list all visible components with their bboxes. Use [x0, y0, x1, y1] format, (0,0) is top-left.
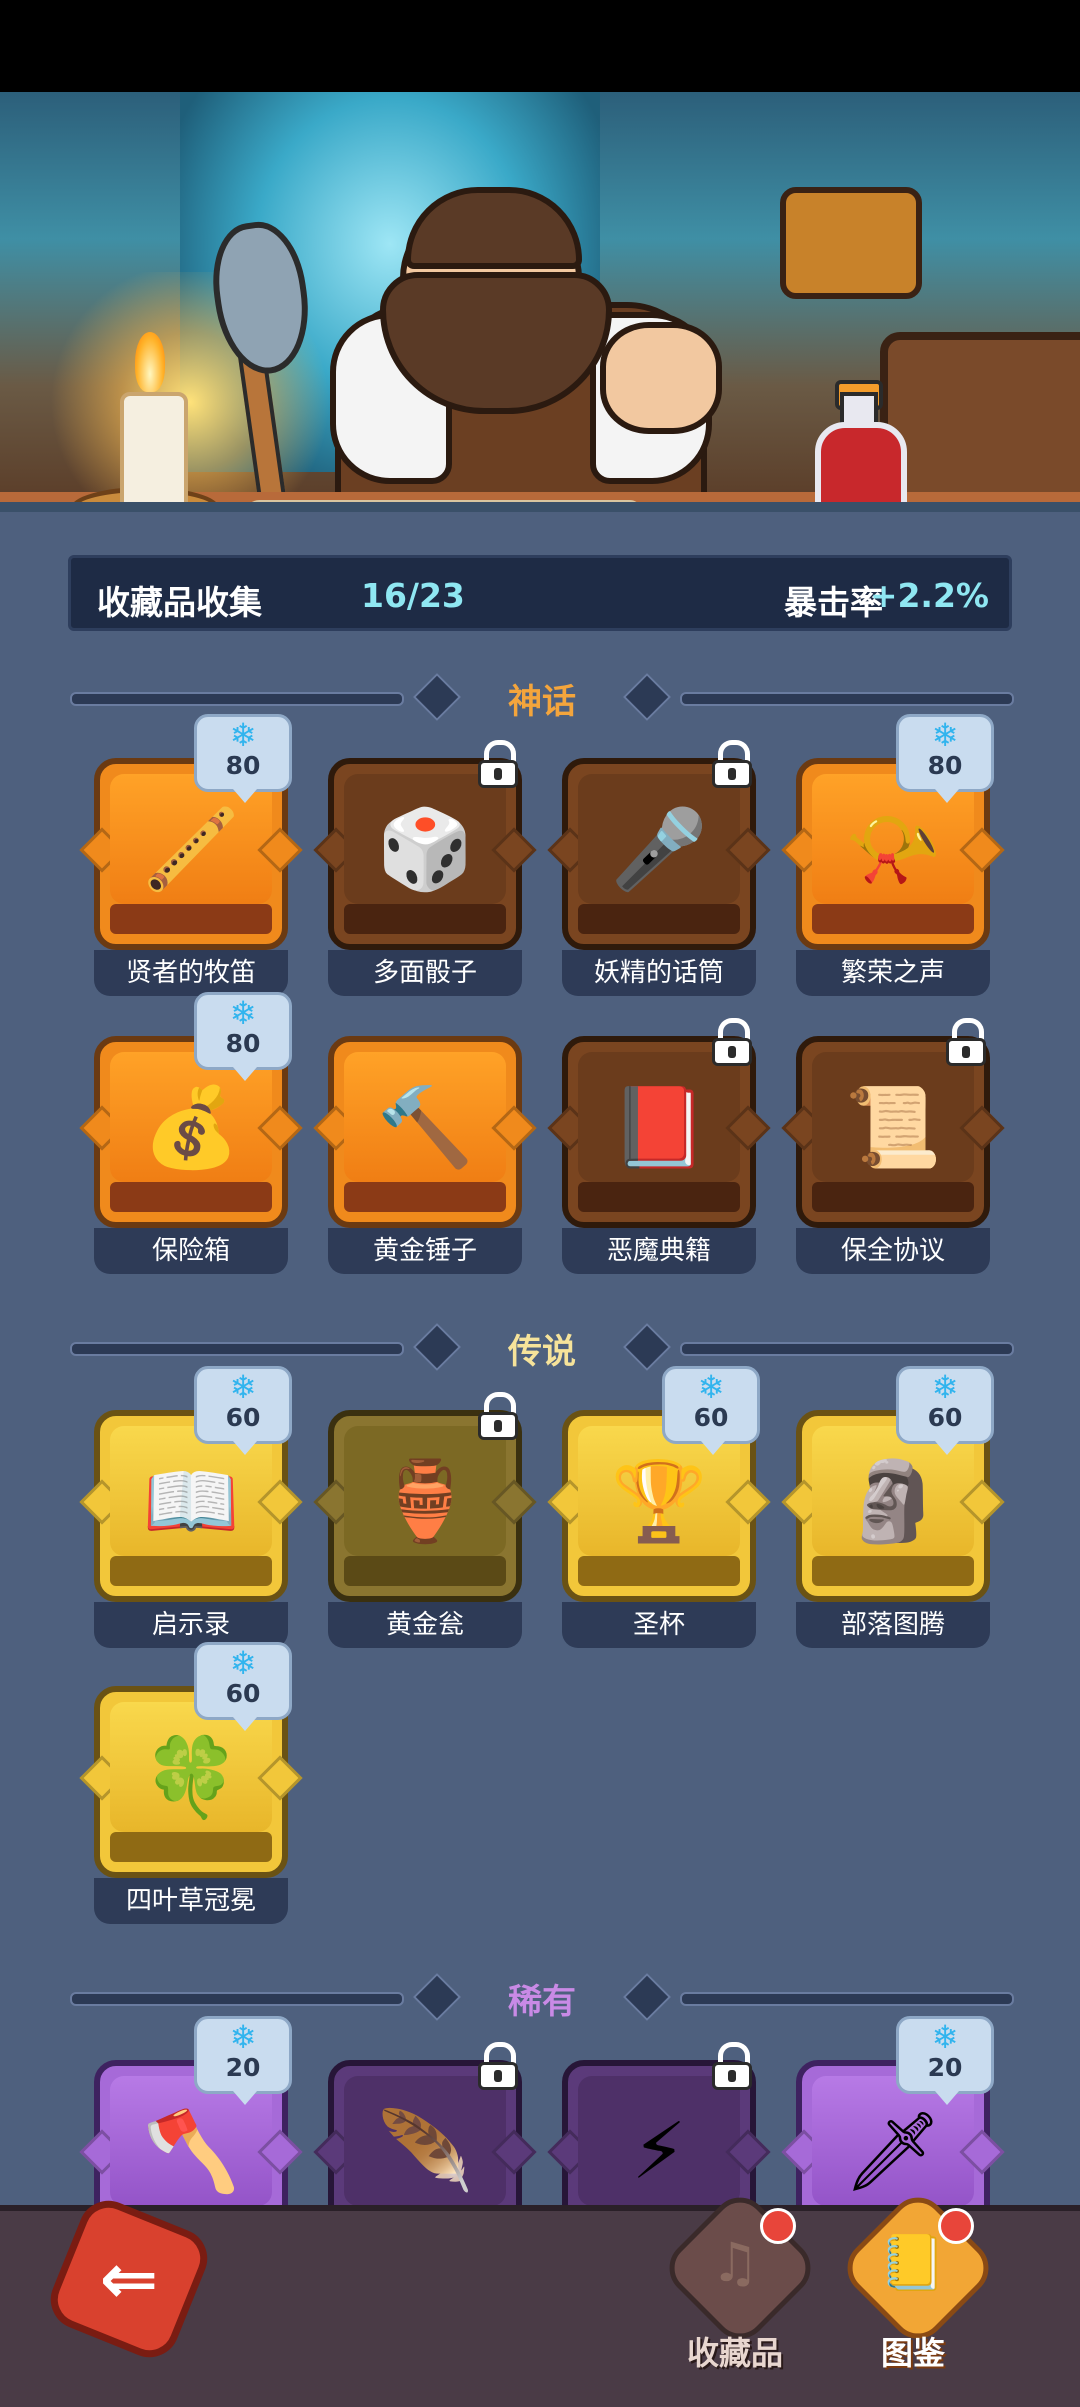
scroll-icon: 📜: [844, 1083, 942, 1173]
collectible-card-tribal-totem[interactable]: 🗿 1 ★ 部落图腾 ❄60: [796, 1366, 994, 1650]
item-name: 保全协议: [840, 1236, 945, 1266]
lock-icon: [946, 1018, 986, 1066]
crystal-icon: ❄: [931, 716, 959, 754]
crystal-cost-badge: ❄ 60: [194, 1642, 292, 1731]
collectible-card-safe-box[interactable]: 💰 1 ★ 保险箱 ❄80: [94, 992, 292, 1276]
totem-mask-decoration: [780, 187, 922, 299]
treasure-chest-icon: 💰: [142, 1083, 240, 1173]
nav-tab-codex[interactable]: 📒 图鉴: [835, 2185, 1001, 2372]
feather-staff-icon: 🪶: [376, 2107, 474, 2197]
item-name: 恶魔典籍: [606, 1236, 711, 1266]
crystal-cost-badge: ❄ 20: [194, 2016, 292, 2105]
crystal-icon: ❄: [229, 1368, 257, 1406]
item-name: 贤者的牧笛: [125, 958, 256, 988]
item-name: 四叶草冠冕: [125, 1886, 256, 1916]
crit-rate-label: 暴击率: [784, 583, 883, 622]
collectible-card-polyhedral-dice[interactable]: 🎲 多面骰子: [328, 740, 522, 998]
ice-dagger-icon: 🗡: [843, 2107, 943, 2197]
collection-label: 收藏品收集: [97, 583, 262, 622]
nav-tab-label: 图鉴: [880, 2334, 945, 2372]
crystal-cost-badge: ❄ 60: [896, 1366, 994, 1455]
clover-crown-icon: 🍀: [142, 1733, 240, 1823]
flame-icon: [135, 332, 165, 392]
dwarf-fist: [600, 322, 722, 434]
item-name: 妖精的话筒: [593, 958, 724, 988]
crystal-cost-badge: ❄ 80: [194, 992, 292, 1081]
collectible-card-golden-urn[interactable]: 🏺 黄金瓮: [328, 1392, 522, 1650]
item-name: 黄金瓮: [385, 1610, 464, 1640]
item-name: 部落图腾: [840, 1610, 945, 1640]
collectible-card-holy-grail[interactable]: 🏆 1 ★ 圣杯 ❄60: [562, 1366, 760, 1650]
horn-icon: 📯: [844, 805, 942, 895]
section-header-legend: 传说: [70, 1322, 1014, 1372]
lightning-book-icon: ⚡: [631, 2107, 687, 2197]
lock-icon: [478, 1392, 518, 1440]
crystal-cost-badge: ❄ 80: [896, 714, 994, 803]
candle-icon: [120, 392, 188, 510]
nav-tab-collection[interactable]: ♫ 收藏品: [657, 2185, 823, 2372]
crystal-icon: ❄: [697, 1368, 725, 1406]
section-header-mythic: 神话: [70, 672, 1014, 722]
collectible-card-sages-flute[interactable]: 🪈 1 ★ 贤者的牧笛 ❄80: [94, 714, 292, 998]
status-bar: [0, 0, 1080, 92]
notification-dot: [938, 2208, 974, 2244]
lock-icon: [712, 2042, 752, 2090]
item-name: 圣杯: [632, 1610, 685, 1640]
crystal-icon: ❄: [229, 716, 257, 754]
banner-trim: [0, 502, 1080, 512]
collectible-card-voice-of-prosperity[interactable]: 📯 1 ★ 繁荣之声 ❄80: [796, 714, 994, 998]
demon-book-icon: 📕: [610, 1083, 708, 1173]
crystal-cost-badge: ❄ 60: [662, 1366, 760, 1455]
crystal-cost-badge: ❄ 80: [194, 714, 292, 803]
nav-tab-label: 收藏品: [686, 2334, 783, 2372]
item-name: 繁荣之声: [840, 958, 945, 988]
collectible-card-clover-crown[interactable]: 🍀 1 ★ 四叶草冠冕 ❄60: [94, 1642, 292, 1926]
lock-icon: [478, 2042, 518, 2090]
axe-icon: 🪓: [142, 2107, 240, 2197]
collectible-card-demon-tome[interactable]: 📕 恶魔典籍: [562, 1018, 756, 1276]
collectible-card-apocalypse[interactable]: 📖 1 ★ 启示录 ❄60: [94, 1366, 292, 1650]
collectible-card-fairy-microphone[interactable]: 🎤 妖精的话筒: [562, 740, 756, 998]
crystal-icon: ❄: [229, 994, 257, 1032]
back-arrow-icon: ⇐: [99, 2238, 159, 2320]
lock-icon: [712, 740, 752, 788]
golden-hammer-icon: 🔨: [376, 1083, 474, 1173]
crystal-icon: ❄: [931, 1368, 959, 1406]
chalice-icon: 🏆: [610, 1457, 708, 1547]
dice-icon: 🎲: [376, 805, 474, 895]
section-header-rare: 稀有: [70, 1972, 1014, 2022]
crystal-icon: ❄: [229, 1644, 257, 1682]
treasure-chest-decoration: [880, 332, 1080, 512]
item-name: 保险箱: [151, 1236, 230, 1266]
lock-icon: [478, 740, 518, 788]
dwarf-banner-illustration: [0, 92, 1080, 512]
open-book-icon: 📖: [142, 1457, 240, 1547]
collectible-card-security-protocol[interactable]: 📜 保全协议: [796, 1018, 990, 1276]
crystal-icon: ❄: [931, 2018, 959, 2056]
lock-icon: [712, 1018, 752, 1066]
notification-dot: [760, 2208, 796, 2244]
fairy-microphone-icon: 🎤: [610, 805, 708, 895]
totem-icon: 🗿: [844, 1457, 942, 1547]
crystal-cost-badge: ❄ 20: [896, 2016, 994, 2105]
crit-rate-value: +2.2%: [869, 576, 989, 615]
crystal-cost-badge: ❄ 60: [194, 1366, 292, 1455]
item-name: 黄金锤子: [372, 1236, 477, 1266]
flute-icon: 🪈: [142, 805, 240, 895]
collection-stats-bar: 收藏品收集 16/23 暴击率 +2.2%: [68, 555, 1012, 631]
golden-urn-icon: 🏺: [376, 1457, 474, 1547]
collection-count: 16/23: [361, 576, 465, 615]
potion-icon: [815, 422, 907, 512]
item-name: 多面骰子: [372, 958, 477, 988]
collectible-card-golden-hammer[interactable]: 🔨 1 ★ 黄金锤子: [328, 1036, 522, 1276]
crystal-icon: ❄: [229, 2018, 257, 2056]
